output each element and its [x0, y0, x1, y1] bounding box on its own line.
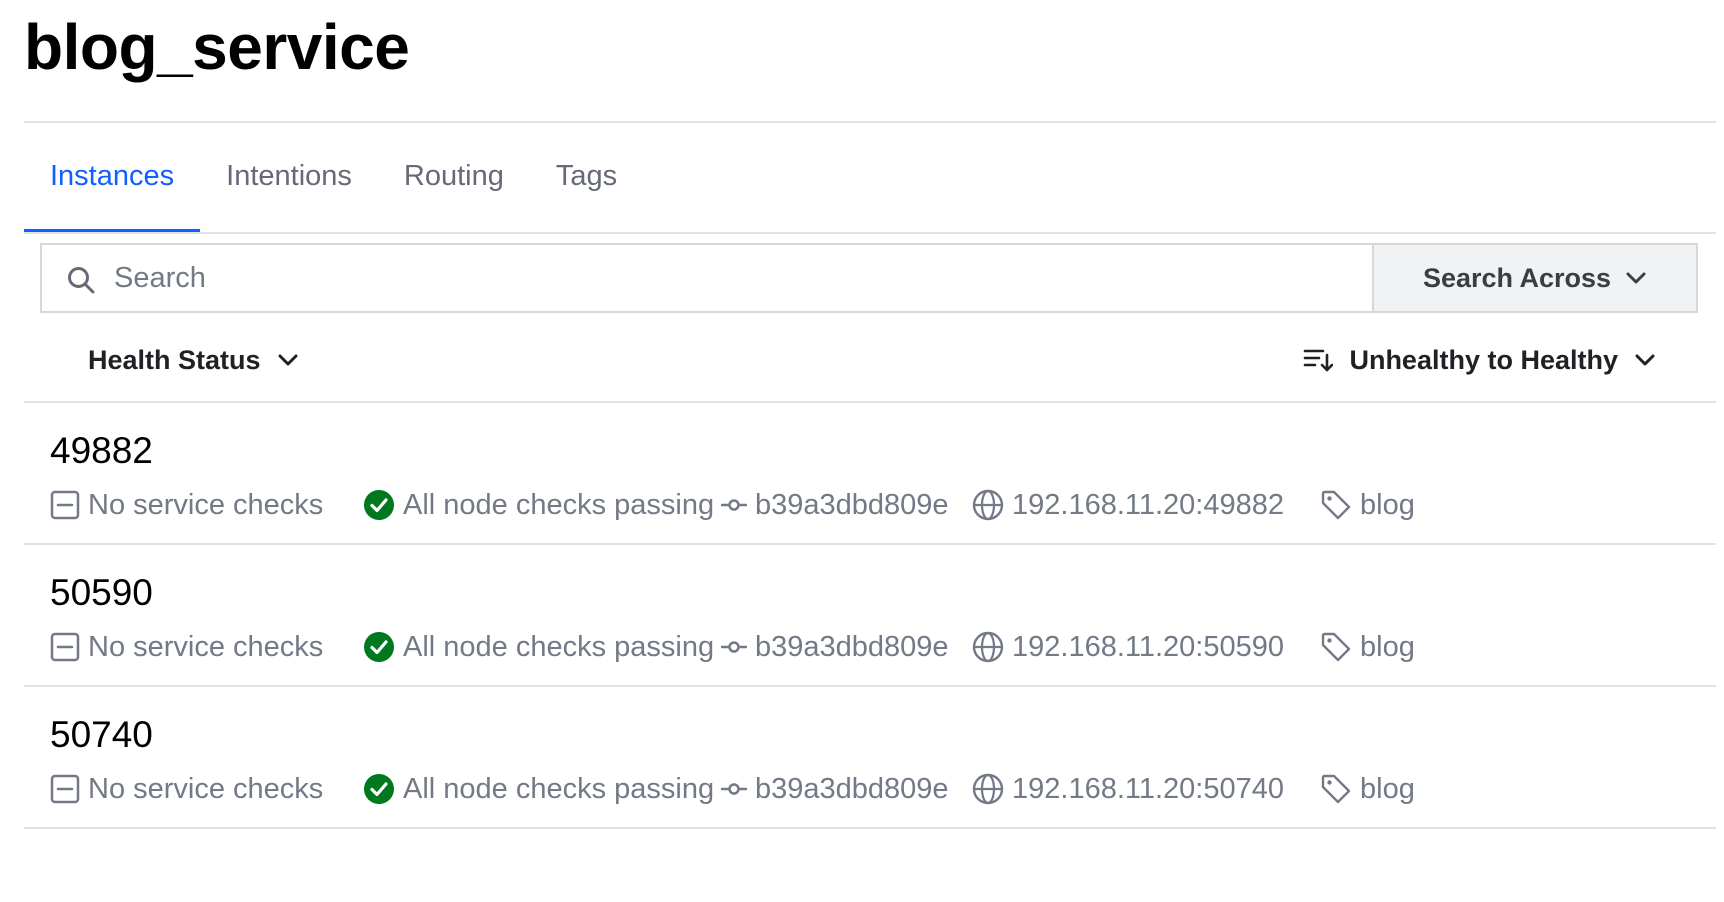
address: 192.168.11.20:50590 [972, 631, 1320, 664]
node-name: b39a3dbd809e [721, 489, 972, 522]
globe-icon [972, 631, 1004, 663]
tag-label: blog [1360, 488, 1415, 521]
check-circle-icon [364, 490, 394, 520]
search-field [42, 244, 1372, 312]
node-checks: All node checks passing [363, 489, 721, 522]
globe-icon [972, 773, 1004, 805]
node-checks-label: All node checks passing [403, 630, 715, 663]
tag-label: blog [1360, 772, 1415, 805]
minus-square-icon [50, 632, 80, 662]
service-checks-label: No service checks [88, 772, 324, 805]
node-name-label: b39a3dbd809e [755, 488, 949, 521]
instance-meta: No service checks All node checks passin… [50, 767, 1415, 811]
tab-tags[interactable]: Tags [530, 124, 643, 232]
service-checks-label: No service checks [88, 630, 324, 663]
tag-label: blog [1360, 630, 1415, 663]
address: 192.168.11.20:49882 [972, 489, 1320, 522]
filter-row: Health Status Unhealthy to Healthy [24, 330, 1716, 390]
address-label: 192.168.11.20:50740 [1012, 772, 1285, 805]
commit-node-icon [721, 499, 747, 511]
search-icon [68, 267, 95, 294]
instance-id: 50740 [50, 714, 153, 755]
chevron-down-icon [1626, 272, 1646, 284]
node-name-label: b39a3dbd809e [755, 630, 949, 663]
check-circle-icon [364, 632, 394, 662]
node-checks: All node checks passing [363, 631, 721, 664]
address: 192.168.11.20:50740 [972, 773, 1320, 806]
search-input[interactable] [42, 244, 1372, 312]
address-label: 192.168.11.20:50590 [1012, 630, 1285, 663]
instance-meta: No service checks All node checks passin… [50, 625, 1415, 669]
node-name: b39a3dbd809e [721, 773, 972, 806]
commit-node-icon [721, 641, 747, 653]
title-divider [24, 121, 1716, 123]
service-checks: No service checks [50, 773, 363, 806]
tag-icon [1321, 774, 1351, 804]
tab-intentions[interactable]: Intentions [200, 124, 378, 232]
service-checks: No service checks [50, 631, 363, 664]
node-checks: All node checks passing [363, 773, 721, 806]
node-name-label: b39a3dbd809e [755, 772, 949, 805]
tabs-divider [24, 232, 1716, 234]
instance-id: 50590 [50, 572, 153, 613]
tab-instances[interactable]: Instances [24, 124, 201, 234]
page-title: blog_service [24, 11, 410, 83]
commit-node-icon [721, 783, 747, 795]
tab-bar: Instances Intentions Routing Tags [24, 124, 643, 234]
tag-icon [1321, 490, 1351, 520]
instance-row[interactable]: 50740 No service checks All node checks … [24, 687, 1716, 829]
tag-icon [1321, 632, 1351, 662]
chevron-down-icon [278, 354, 298, 366]
sort-dropdown[interactable]: Unhealthy to Healthy [1303, 330, 1656, 390]
tag: blog [1320, 489, 1415, 522]
tag: blog [1320, 773, 1415, 806]
node-name: b39a3dbd809e [721, 631, 972, 664]
instance-id: 49882 [50, 430, 153, 471]
instance-meta: No service checks All node checks passin… [50, 483, 1415, 527]
instance-row[interactable]: 50590 No service checks All node checks … [24, 545, 1716, 687]
search-across-button[interactable]: Search Across [1372, 245, 1696, 311]
address-label: 192.168.11.20:49882 [1012, 488, 1285, 521]
service-checks: No service checks [50, 489, 363, 522]
search-across-label: Search Across [1422, 262, 1612, 293]
sort-label: Unhealthy to Healthy [1349, 344, 1618, 375]
chevron-down-icon [1635, 354, 1655, 366]
search-bar: Search Across [40, 243, 1698, 313]
health-status-label: Health Status [88, 344, 261, 375]
node-checks-label: All node checks passing [403, 488, 715, 521]
minus-square-icon [50, 490, 80, 520]
instance-row[interactable]: 49882 No service checks All node checks … [24, 403, 1716, 545]
tag: blog [1320, 631, 1415, 664]
sort-icon [1304, 349, 1334, 372]
minus-square-icon [50, 774, 80, 804]
health-status-dropdown[interactable]: Health Status [88, 330, 299, 390]
tab-routing[interactable]: Routing [378, 124, 530, 232]
check-circle-icon [364, 774, 394, 804]
service-checks-label: No service checks [88, 488, 324, 521]
node-checks-label: All node checks passing [403, 772, 715, 805]
globe-icon [972, 489, 1004, 521]
